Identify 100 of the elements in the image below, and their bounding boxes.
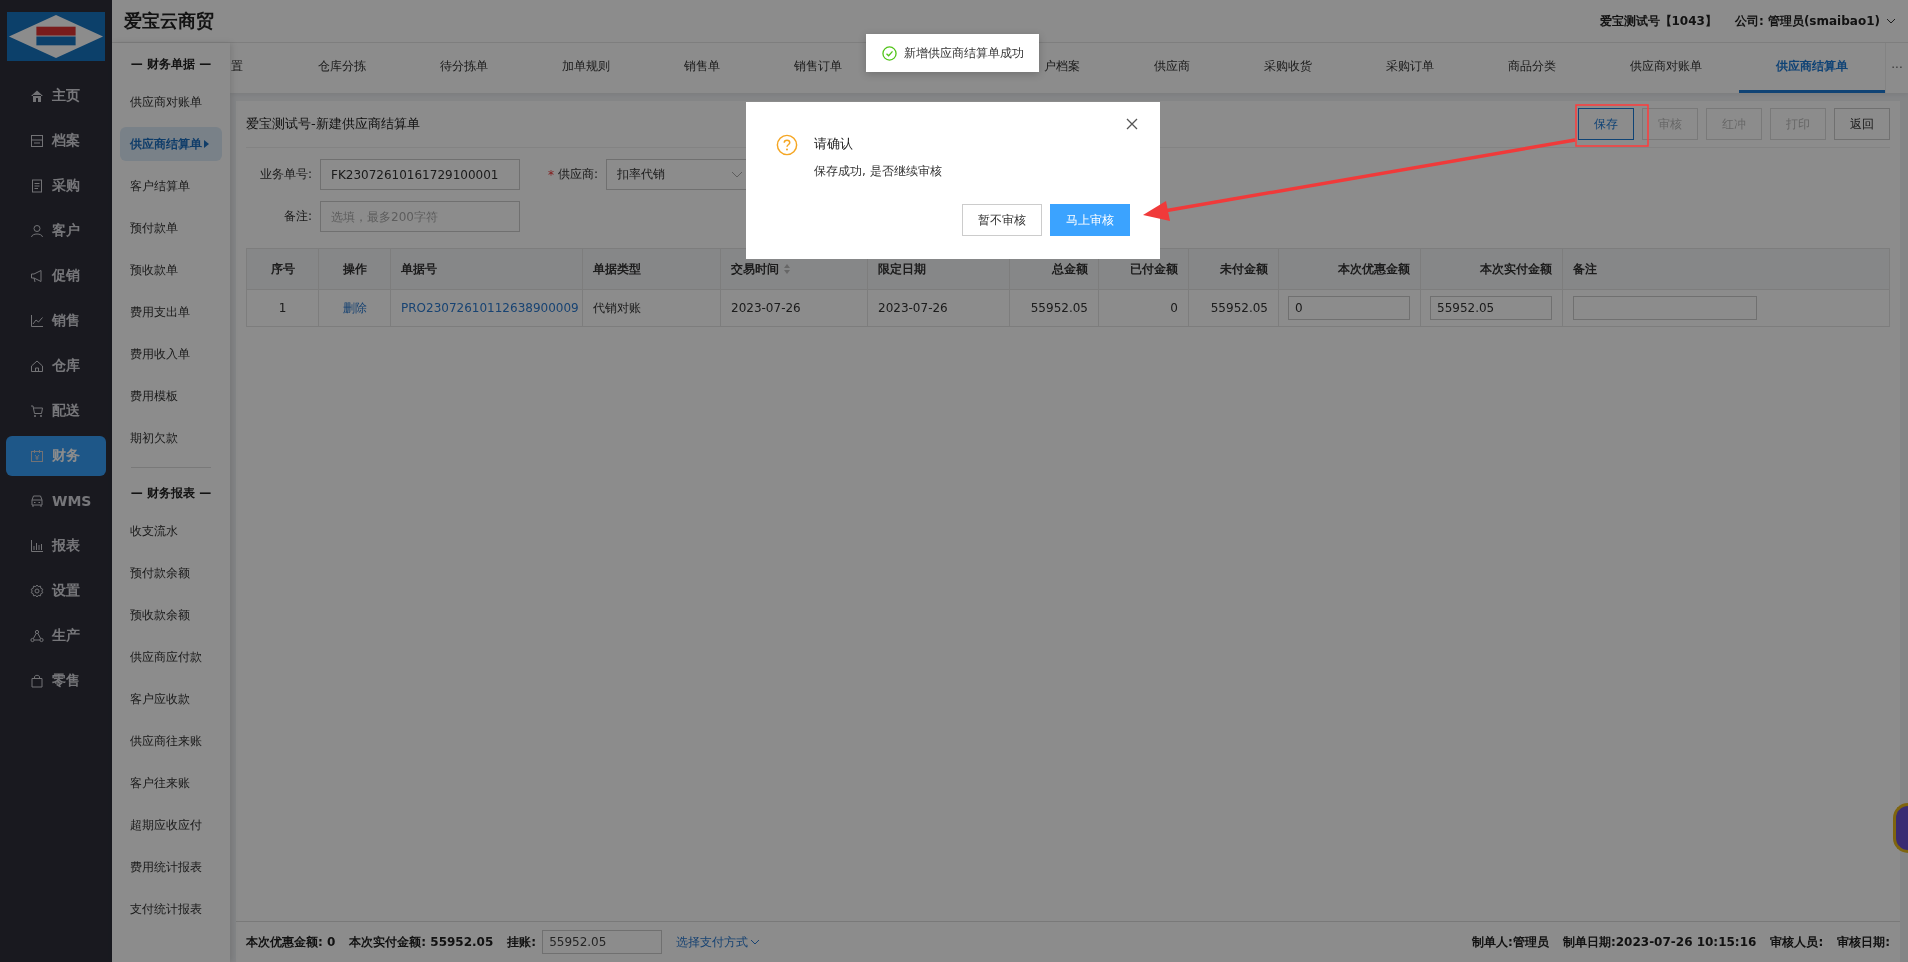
summary-text: 本次优惠金额: 0 bbox=[246, 933, 336, 951]
submenu-item[interactable]: 客户应收款 bbox=[120, 682, 222, 716]
table-cell: 55952.05 bbox=[1210, 301, 1268, 315]
document-icon bbox=[30, 179, 44, 193]
submenu-item[interactable]: 客户往来账 bbox=[120, 766, 222, 800]
column-header: 操作 bbox=[319, 249, 391, 289]
nav-item[interactable]: 销售 bbox=[6, 301, 106, 341]
nav-item[interactable]: 档案 bbox=[6, 121, 106, 161]
nav-item[interactable]: 促销 bbox=[6, 256, 106, 296]
order-number-field[interactable]: FK23072610161729100001 bbox=[320, 159, 520, 190]
info-text: 审核人员: bbox=[1770, 933, 1824, 951]
menu-group-title: — 财务单据 — bbox=[130, 56, 212, 73]
submenu-item[interactable]: 供应商结算单 bbox=[120, 127, 222, 161]
column-header: 单据号 bbox=[391, 249, 583, 289]
column-header: 备注 bbox=[1572, 260, 1598, 278]
tab[interactable]: 销售单 bbox=[647, 43, 757, 93]
chevron-down-icon bbox=[731, 171, 744, 178]
cell-input[interactable]: 0 bbox=[1288, 296, 1410, 320]
dialog-title: 请确认 bbox=[814, 135, 854, 153]
nav-item[interactable]: 设置 bbox=[6, 571, 106, 611]
dialog-message: 保存成功, 是否继续审核 bbox=[814, 163, 942, 180]
app-title: 爱宝云商贸 bbox=[124, 9, 215, 33]
nav-item[interactable]: WMS bbox=[6, 481, 106, 521]
column-header: 本次实付金额 bbox=[1421, 249, 1563, 289]
field-label: 备注: bbox=[282, 208, 313, 225]
submenu-item[interactable]: 预付款单 bbox=[120, 211, 222, 245]
tab[interactable]: 采购订单 bbox=[1349, 43, 1471, 93]
submenu-item[interactable]: 费用支出单 bbox=[120, 295, 222, 329]
cell-input[interactable] bbox=[1573, 296, 1757, 320]
submenu-item[interactable]: 期初欠款 bbox=[120, 421, 222, 455]
store-name: 爱宝测试号【1043】 bbox=[1599, 12, 1717, 30]
nav-item[interactable]: 生产 bbox=[6, 616, 106, 656]
table-cell: 0 bbox=[1170, 301, 1178, 315]
tab[interactable]: 供应商结算单 bbox=[1739, 43, 1885, 93]
table-link[interactable]: PRO23072610112638900009 bbox=[401, 301, 579, 315]
network-icon bbox=[30, 629, 44, 643]
submenu-item[interactable]: 费用模板 bbox=[120, 379, 222, 413]
more-tabs-button[interactable]: ··· bbox=[1885, 43, 1908, 93]
cart-icon bbox=[30, 404, 44, 418]
close-icon[interactable] bbox=[1126, 118, 1138, 130]
table-link[interactable]: 删除 bbox=[342, 299, 367, 317]
submenu-item[interactable]: 客户结算单 bbox=[120, 169, 222, 203]
tab[interactable]: 供应商对账单 bbox=[1593, 43, 1739, 93]
required-mark: * bbox=[548, 167, 554, 182]
gear-icon bbox=[30, 584, 44, 598]
vehicle-icon bbox=[30, 494, 44, 508]
table-cell: 代销对账 bbox=[593, 299, 641, 317]
tab[interactable]: 待分拣单 bbox=[403, 43, 525, 93]
line-chart-icon bbox=[30, 314, 44, 328]
submenu-item[interactable]: 供应商应付款 bbox=[120, 640, 222, 674]
table-cell: 2023-07-26 bbox=[731, 301, 801, 315]
cell-input[interactable]: 55952.05 bbox=[1430, 296, 1552, 320]
bar-chart-icon bbox=[30, 539, 44, 553]
nav-item[interactable]: 零售 bbox=[6, 661, 106, 701]
column-header: 单据类型 bbox=[583, 249, 721, 289]
submenu-item[interactable]: 供应商往来账 bbox=[120, 724, 222, 758]
submenu-item[interactable]: 超期应收应付 bbox=[120, 808, 222, 842]
payment-method-link[interactable]: 选择支付方式 bbox=[676, 933, 761, 951]
wallet-icon bbox=[30, 449, 44, 463]
tab[interactable]: 仓库分拣 bbox=[281, 43, 403, 93]
submenu-item[interactable]: 供应商对账单 bbox=[120, 85, 222, 119]
info-text: 制单日期:2023-07-26 10:15:16 bbox=[1562, 933, 1757, 951]
tab[interactable]: 加单规则 bbox=[525, 43, 647, 93]
summary-text: 本次实付金额: 55952.05 bbox=[349, 933, 494, 951]
cabinet-icon bbox=[30, 134, 44, 148]
nav-item[interactable]: 采购 bbox=[6, 166, 106, 206]
dialog-button[interactable]: 马上审核 bbox=[1050, 204, 1130, 236]
submenu-item[interactable]: 预付款余额 bbox=[120, 556, 222, 590]
house-icon bbox=[30, 359, 44, 373]
table-cell: 2023-07-26 bbox=[878, 301, 948, 315]
field-label: 业务单号: bbox=[258, 166, 313, 183]
nav-item[interactable]: 配送 bbox=[6, 391, 106, 431]
tab[interactable]: 商品分类 bbox=[1471, 43, 1593, 93]
megaphone-icon bbox=[30, 269, 44, 283]
credit-field[interactable]: 55952.05 bbox=[542, 930, 663, 954]
nav-item[interactable]: 仓库 bbox=[6, 346, 106, 386]
field-label: 挂账: bbox=[507, 933, 537, 951]
submenu-item[interactable]: 费用统计报表 bbox=[120, 850, 222, 884]
column-header: 序号 bbox=[247, 249, 319, 289]
nav-item[interactable]: 主页 bbox=[6, 76, 106, 116]
nav-item[interactable]: 客户 bbox=[6, 211, 106, 251]
action-button[interactable]: 保存 bbox=[1578, 108, 1634, 140]
field-label: 供应商: bbox=[558, 166, 600, 183]
column-header: 未付金额 bbox=[1189, 249, 1279, 289]
submenu-item[interactable]: 预收款单 bbox=[120, 253, 222, 287]
person-icon bbox=[30, 224, 44, 238]
dialog-button[interactable]: 暂不审核 bbox=[962, 204, 1042, 236]
action-button[interactable]: 返回 bbox=[1834, 108, 1890, 140]
submenu-item[interactable]: 费用收入单 bbox=[120, 337, 222, 371]
tab[interactable]: 采购收货 bbox=[1227, 43, 1349, 93]
submenu-item[interactable]: 支付统计报表 bbox=[120, 892, 222, 926]
table-cell: 55952.05 bbox=[1030, 301, 1088, 315]
tab[interactable]: 置 bbox=[230, 43, 281, 93]
info-text: 制单人:管理员 bbox=[1472, 933, 1549, 951]
submenu-item[interactable]: 收支流水 bbox=[120, 514, 222, 548]
nav-item[interactable]: 报表 bbox=[6, 526, 106, 566]
column-header: 本次优惠金额 bbox=[1279, 249, 1421, 289]
tab[interactable]: 供应商 bbox=[1117, 43, 1227, 93]
submenu-item[interactable]: 预收款余额 bbox=[120, 598, 222, 632]
company-menu[interactable]: 公司: 管理员(smaibao1) bbox=[1734, 12, 1896, 30]
